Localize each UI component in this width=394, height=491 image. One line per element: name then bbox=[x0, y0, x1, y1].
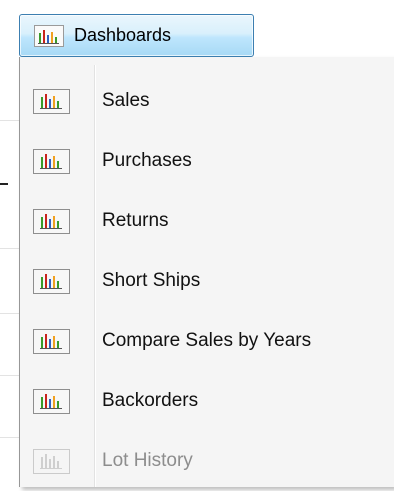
bar-chart-icon bbox=[33, 88, 70, 114]
background-divider bbox=[0, 313, 20, 314]
dashboards-button-label: Dashboards bbox=[74, 25, 172, 45]
bar-chart-icon bbox=[33, 148, 70, 174]
background-divider bbox=[0, 437, 20, 438]
menu-item-label: Backorders bbox=[102, 390, 199, 411]
bar-chart-icon bbox=[33, 448, 70, 474]
menu-item-short-ships[interactable]: Short Ships bbox=[20, 251, 394, 311]
background-divider bbox=[0, 375, 20, 376]
dashboards-menu: Sales Purchases Returns Short Ships Comp… bbox=[19, 57, 394, 487]
menu-item-label: Returns bbox=[102, 210, 169, 231]
menu-item-returns[interactable]: Returns bbox=[20, 191, 394, 251]
menu-item-label: Lot History bbox=[102, 450, 193, 471]
bar-chart-icon bbox=[33, 208, 70, 234]
menu-item-label: Compare Sales by Years bbox=[102, 330, 312, 351]
background-window-edge bbox=[0, 58, 20, 487]
menu-item-lot-history: Lot History bbox=[20, 431, 394, 491]
bar-chart-icon bbox=[33, 328, 70, 354]
menu-item-label: Sales bbox=[102, 90, 150, 111]
background-divider bbox=[0, 183, 8, 185]
background-divider bbox=[0, 248, 20, 249]
menu-item-label: Purchases bbox=[102, 150, 192, 171]
bar-chart-icon bbox=[33, 268, 70, 294]
bar-chart-icon bbox=[34, 24, 64, 47]
bar-chart-icon bbox=[33, 388, 70, 414]
background-divider bbox=[0, 120, 20, 121]
menu-item-sales[interactable]: Sales bbox=[20, 71, 394, 131]
menu-item-label: Short Ships bbox=[102, 270, 201, 291]
menu-item-purchases[interactable]: Purchases bbox=[20, 131, 394, 191]
dashboards-dropdown-button[interactable]: Dashboards bbox=[19, 14, 254, 57]
menu-item-compare-sales-by-years[interactable]: Compare Sales by Years bbox=[20, 311, 394, 371]
menu-item-backorders[interactable]: Backorders bbox=[20, 371, 394, 431]
